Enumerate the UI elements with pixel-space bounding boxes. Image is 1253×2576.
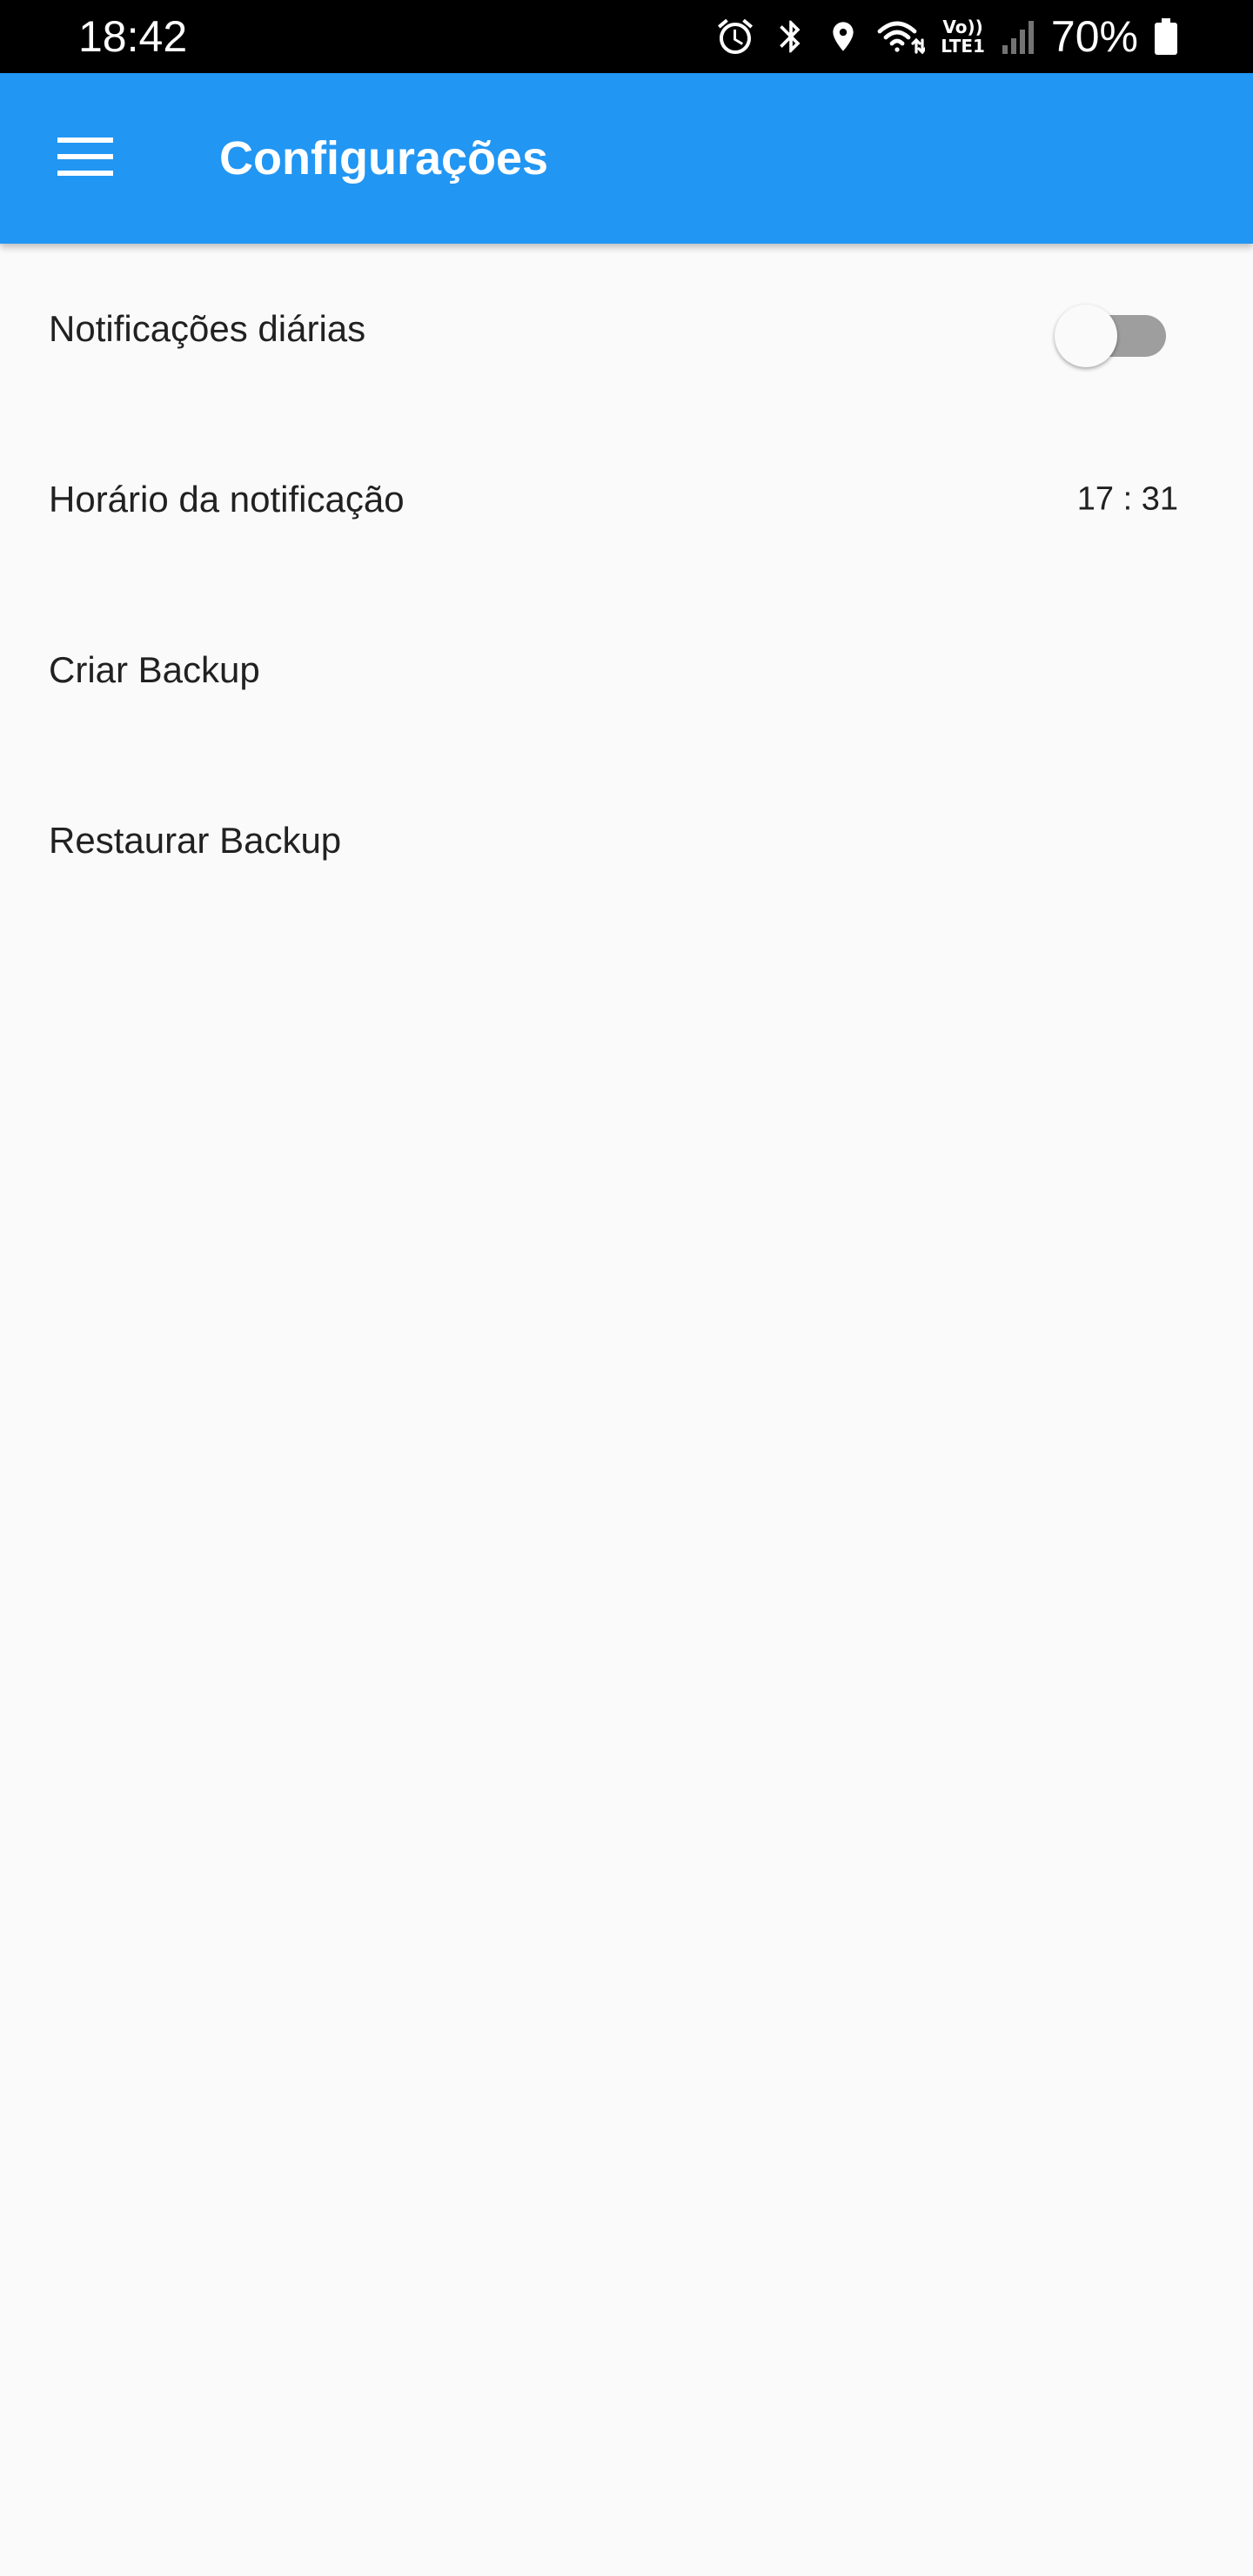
bluetooth-icon: [772, 16, 810, 57]
settings-list: Notificações diárias Horário da notifica…: [0, 244, 1253, 926]
create-backup-label: Criar Backup: [49, 649, 260, 690]
status-bar: 18:42 Vo)) LTE1 70%: [0, 0, 1253, 73]
create-backup-row[interactable]: Criar Backup: [0, 585, 1253, 755]
volte-label: Vo)): [942, 17, 983, 37]
restore-backup-label: Restaurar Backup: [49, 820, 342, 861]
alarm-icon: [714, 16, 756, 57]
battery-percent: 70%: [1050, 12, 1138, 61]
status-icons: Vo)) LTE1 70%: [714, 9, 1178, 64]
notification-time-label: Horário da notificação: [49, 479, 405, 520]
battery-icon: [1154, 17, 1178, 56]
menu-button[interactable]: [35, 108, 136, 209]
daily-notifications-label: Notificações diárias: [49, 308, 366, 349]
notification-time-value[interactable]: 17 : 31: [1077, 481, 1178, 519]
page-title: Configurações: [219, 132, 549, 184]
lte-label: LTE1: [941, 36, 985, 57]
wifi-icon: [876, 16, 926, 57]
notification-time-row[interactable]: Horário da notificação 17 : 31: [0, 414, 1253, 585]
restore-backup-row[interactable]: Restaurar Backup: [0, 755, 1253, 926]
daily-notifications-toggle[interactable]: [1055, 298, 1166, 367]
toggle-thumb: [1055, 305, 1117, 367]
daily-notifications-row[interactable]: Notificações diárias: [0, 244, 1253, 414]
signal-icon: [1001, 17, 1035, 56]
volte-lte-icon: Vo)) LTE1: [941, 18, 985, 55]
app-bar: Configurações: [0, 73, 1253, 244]
status-time: 18:42: [78, 12, 188, 61]
hamburger-menu-icon: [57, 136, 113, 182]
location-icon: [826, 16, 861, 57]
